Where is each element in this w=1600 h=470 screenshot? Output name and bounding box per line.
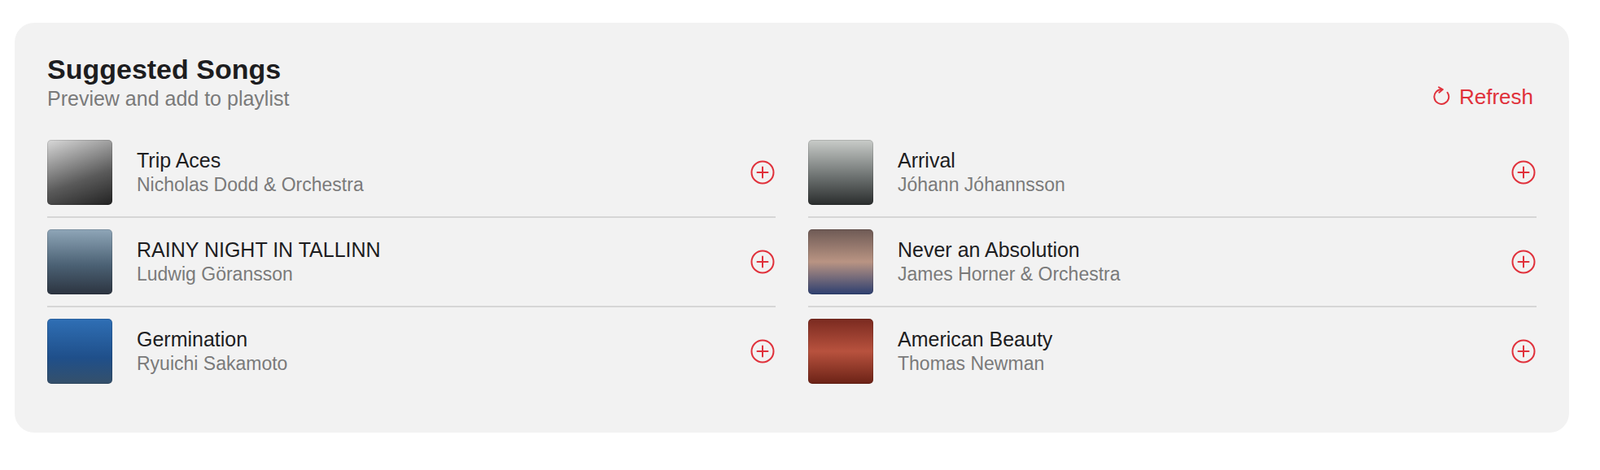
refresh-icon	[1431, 86, 1453, 108]
add-button[interactable]	[1510, 159, 1537, 186]
song-row[interactable]: ArrivalJóhann Jóhannsson	[808, 128, 1537, 219]
refresh-label: Refresh	[1459, 83, 1534, 110]
album-art	[808, 319, 874, 385]
song-artist: Nicholas Dodd & Orchestra	[136, 173, 750, 197]
song-artist: Jóhann Jóhannsson	[897, 173, 1511, 197]
album-art	[47, 319, 113, 385]
album-art	[808, 229, 874, 295]
album-art	[808, 139, 874, 206]
song-info: Trip AcesNicholas Dodd & Orchestra	[136, 148, 750, 197]
album-art	[47, 229, 113, 295]
song-title: Never an Absolution	[897, 237, 1511, 263]
add-button[interactable]	[1510, 249, 1537, 276]
plus-circle-icon	[1510, 249, 1537, 276]
song-row[interactable]: RAINY NIGHT IN TALLINNLudwig Göransson	[47, 218, 776, 308]
add-button[interactable]	[749, 249, 776, 276]
song-artist: James Horner & Orchestra	[897, 262, 1511, 287]
song-artist: Thomas Newman	[897, 352, 1511, 376]
suggested-songs-card: Suggested SongsPreview and add to playli…	[14, 22, 1570, 433]
add-button[interactable]	[749, 159, 776, 186]
song-info: GerminationRyuichi Sakamoto	[136, 327, 750, 376]
song-title: RAINY NIGHT IN TALLINN	[136, 237, 750, 263]
song-artist: Ryuichi Sakamoto	[136, 352, 750, 376]
song-row[interactable]: Trip AcesNicholas Dodd & Orchestra	[47, 128, 776, 219]
card-header: Suggested SongsPreview and add to playli…	[47, 52, 1537, 112]
song-row[interactable]: Never an AbsolutionJames Horner & Orches…	[808, 218, 1537, 308]
refresh-button[interactable]: Refresh	[1431, 83, 1537, 112]
plus-circle-icon	[749, 338, 776, 365]
album-art	[47, 139, 113, 206]
add-button[interactable]	[749, 338, 776, 365]
song-artist: Ludwig Göransson	[136, 262, 750, 287]
song-row[interactable]: American BeautyThomas Newman	[808, 307, 1537, 396]
song-column: Trip AcesNicholas Dodd & Orchestra RAINY …	[47, 128, 776, 396]
song-title: Germination	[136, 327, 750, 353]
plus-circle-icon	[749, 159, 776, 186]
song-info: Never an AbsolutionJames Horner & Orches…	[897, 237, 1511, 287]
plus-circle-icon	[1510, 159, 1537, 186]
header-text: Suggested SongsPreview and add to playli…	[47, 52, 289, 112]
song-title: Trip Aces	[136, 148, 750, 174]
song-info: American BeautyThomas Newman	[897, 327, 1511, 376]
card-title: Suggested Songs	[47, 52, 289, 86]
plus-circle-icon	[749, 249, 776, 276]
song-info: ArrivalJóhann Jóhannsson	[897, 148, 1511, 197]
add-button[interactable]	[1510, 338, 1537, 365]
song-info: RAINY NIGHT IN TALLINNLudwig Göransson	[136, 237, 750, 287]
card-subtitle: Preview and add to playlist	[47, 85, 289, 112]
song-title: American Beauty	[897, 327, 1511, 353]
song-grid: Trip AcesNicholas Dodd & Orchestra RAINY …	[47, 128, 1537, 396]
plus-circle-icon	[1510, 338, 1537, 365]
song-column: ArrivalJóhann Jóhannsson Never an Absolut…	[808, 128, 1537, 396]
song-row[interactable]: GerminationRyuichi Sakamoto	[47, 307, 776, 396]
song-title: Arrival	[897, 148, 1511, 174]
